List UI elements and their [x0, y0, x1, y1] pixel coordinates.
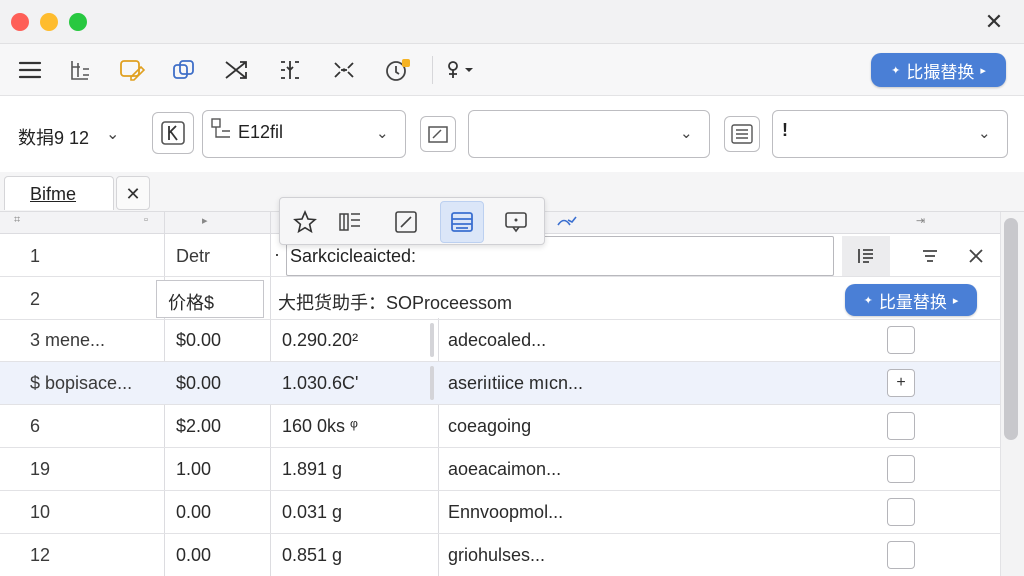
- window-minimize-dot[interactable]: [40, 13, 58, 31]
- cell-marker: ·: [274, 244, 280, 264]
- shuffle-icon[interactable]: [220, 54, 252, 86]
- menu-icon[interactable]: [14, 54, 46, 86]
- filter-lines-button[interactable]: [906, 236, 954, 276]
- person-dropdown-icon[interactable]: [442, 54, 478, 86]
- window-close-dot[interactable]: [11, 13, 29, 31]
- edit-comment-icon[interactable]: [116, 54, 148, 86]
- column-type-icon: [210, 117, 234, 148]
- value-combo[interactable]: [468, 110, 710, 158]
- row-checkbox[interactable]: [887, 412, 915, 440]
- row-checkbox[interactable]: [887, 326, 915, 354]
- row-number: 19: [30, 459, 51, 479]
- close-icon[interactable]: ✕: [116, 176, 150, 210]
- key-toggle-button[interactable]: [152, 112, 194, 154]
- cell-description[interactable]: coeagoing: [448, 416, 531, 437]
- window-maximize-dot[interactable]: [69, 13, 87, 31]
- row-checkbox[interactable]: [887, 498, 915, 526]
- header-arrow-icon: ▸: [202, 215, 208, 227]
- row-number: 3 mene...: [30, 330, 106, 350]
- cell-value[interactable]: 160 0ks ᵠ: [282, 416, 358, 437]
- row-checkbox[interactable]: +: [887, 369, 915, 397]
- column-combo-value: E12fil: [238, 122, 284, 142]
- cell-value[interactable]: 1.030.6C': [282, 373, 359, 394]
- row-checkbox[interactable]: [887, 455, 915, 483]
- price-header-label: 价格$: [168, 293, 215, 313]
- chevron-right-icon: ▸: [980, 64, 986, 77]
- row-number: 10: [30, 502, 51, 522]
- close-icon[interactable]: ✕: [980, 8, 1008, 36]
- column-resize-handle[interactable]: [430, 366, 434, 400]
- chevron-down-icon[interactable]: ⌄: [680, 124, 693, 142]
- chevron-right-icon: ▸: [952, 294, 959, 307]
- cell-price[interactable]: 0.00: [176, 545, 211, 566]
- row-number: 2: [30, 289, 41, 309]
- link-icon[interactable]: [548, 201, 588, 243]
- toolbar-divider: [432, 56, 433, 84]
- header-square-icon: ▫: [144, 214, 148, 226]
- batch-replace-button[interactable]: ✦ 比量替换 ▸: [845, 284, 977, 316]
- chevron-down-icon[interactable]: ⌄: [978, 124, 991, 142]
- dataset-select[interactable]: 数捐9 12: [18, 124, 89, 150]
- cell-value[interactable]: 0.851 g: [282, 545, 342, 566]
- cell-price[interactable]: 1.00: [176, 459, 211, 480]
- cell-label[interactable]: Detr: [176, 246, 210, 267]
- scrollbar-thumb[interactable]: [1004, 218, 1018, 440]
- edit-square-icon[interactable]: [384, 201, 428, 243]
- copy-shapes-icon[interactable]: [168, 54, 200, 86]
- plus-icon: ✦: [863, 294, 873, 307]
- row-checkbox[interactable]: [887, 541, 915, 569]
- cell-value[interactable]: 0.290.20²: [282, 330, 358, 351]
- list-options-button[interactable]: [724, 116, 760, 152]
- close-icon[interactable]: [952, 236, 1000, 276]
- scatter-tool-icon[interactable]: [328, 54, 360, 86]
- plus-icon: ✦: [891, 64, 901, 77]
- cell-description[interactable]: aseriıtiice mıcn...: [448, 373, 583, 394]
- cell-value[interactable]: 1.891 g: [282, 459, 342, 480]
- star-icon[interactable]: [283, 201, 327, 243]
- cell-price[interactable]: $0.00: [176, 373, 221, 394]
- cell-edit-value: Sarkciclеаіcted:: [290, 246, 417, 266]
- row-number: $ bopisace...: [30, 373, 133, 393]
- title-bar: [0, 0, 1024, 44]
- pin-notification-icon[interactable]: [382, 54, 414, 86]
- column-resize-handle[interactable]: [430, 323, 434, 357]
- batch-replace-button[interactable]: ✦ 比撮替换 ▸: [871, 53, 1006, 87]
- comment-icon[interactable]: [494, 201, 538, 243]
- assistant-text: 大把货助手：SOProceessom: [278, 293, 513, 313]
- row-number: 6: [30, 416, 41, 436]
- batch-replace-label: 比量替换: [878, 292, 947, 312]
- cell-description[interactable]: aoeacaimon...: [448, 459, 561, 480]
- list-structure-icon[interactable]: [64, 54, 96, 86]
- split-columns-icon[interactable]: [274, 54, 306, 86]
- cell-value[interactable]: 0.031 g: [282, 502, 342, 523]
- cell-price[interactable]: 0.00: [176, 502, 211, 523]
- cell-description[interactable]: Ennvoopmol...: [448, 502, 563, 523]
- chevron-down-icon[interactable]: ⌄: [106, 124, 119, 144]
- header-grip-icon: ⌗: [14, 214, 21, 226]
- cell-price[interactable]: $2.00: [176, 416, 221, 437]
- cell-description[interactable]: griohulses...: [448, 545, 545, 566]
- filter-combo[interactable]: [772, 110, 1008, 158]
- table-view-icon[interactable]: [440, 201, 484, 243]
- batch-replace-label: 比撮替换: [906, 62, 975, 82]
- edit-field-button[interactable]: [420, 116, 456, 152]
- row-number: 1: [30, 246, 41, 266]
- row-number: 12: [30, 545, 51, 565]
- header-expand-icon: ⇥: [916, 215, 926, 227]
- cell-price[interactable]: $0.00: [176, 330, 221, 351]
- tab-label: Bifme: [30, 184, 77, 204]
- chevron-down-icon[interactable]: ⌄: [376, 124, 389, 142]
- column-layout-button[interactable]: [842, 236, 890, 276]
- filter-combo-value: !: [782, 120, 788, 140]
- cell-description[interactable]: adecoaled...: [448, 330, 546, 351]
- format-icon[interactable]: [328, 201, 372, 243]
